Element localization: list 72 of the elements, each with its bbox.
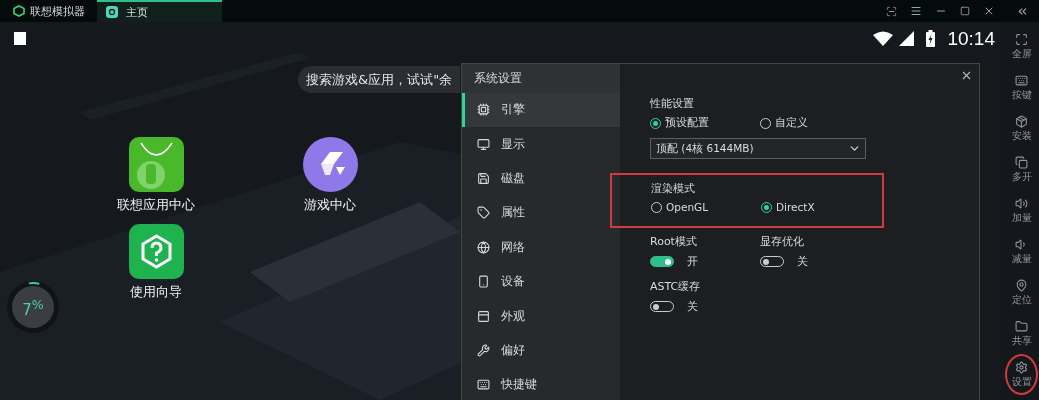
settings-nav-item[interactable]: 属性: [462, 195, 620, 231]
floating-usage-ball[interactable]: 7$^{%}$: [6, 280, 60, 334]
toolbar-button[interactable]: 按键: [1005, 67, 1038, 108]
settings-nav-item[interactable]: 快捷键: [462, 367, 620, 400]
toolbar-button[interactable]: 共享: [1005, 313, 1038, 354]
package-icon: [1015, 114, 1028, 128]
chip-icon: [477, 103, 490, 117]
location-pin-icon: [1015, 278, 1028, 292]
toolbar-button[interactable]: 多开: [1005, 149, 1038, 190]
dialog-title: 系统设置: [462, 64, 620, 93]
radio-label: DirectX: [776, 201, 815, 213]
toolbar-button[interactable]: 定位: [1005, 272, 1038, 313]
tag-icon: [477, 206, 490, 220]
toggle-switch[interactable]: [650, 256, 674, 267]
settings-nav-item[interactable]: 偏好: [462, 333, 620, 368]
keyboard-icon: [1015, 73, 1028, 87]
wrench-icon: [477, 343, 490, 357]
app-label[interactable]: 使用向导: [130, 283, 182, 301]
store-app-icon: [128, 137, 184, 192]
window-icon: [477, 309, 490, 323]
clock-time: 10:14: [947, 27, 995, 50]
settings-icon: [1015, 360, 1028, 374]
radio-label: 预设配置: [665, 116, 709, 130]
settings-nav-item[interactable]: 引擎: [462, 92, 620, 127]
section-heading: 性能设置: [650, 96, 695, 111]
toolbar-button[interactable]: 全屏: [1005, 26, 1038, 67]
battery-icon: [926, 30, 936, 47]
screenshot-icon[interactable]: [886, 5, 897, 17]
radio-label: OpenGL: [666, 201, 709, 213]
radio-label: 自定义: [775, 116, 808, 130]
fullscreen-icon: [1015, 32, 1028, 46]
app-logo-icon: [13, 5, 25, 17]
folder-icon: [1015, 319, 1028, 333]
menu-icon[interactable]: [910, 5, 922, 17]
settings-nav-item[interactable]: 显示: [462, 126, 620, 162]
wifi-icon: [873, 31, 894, 46]
maximize-icon[interactable]: [960, 6, 970, 16]
setting-label: 显存优化: [760, 234, 805, 249]
settings-nav-item[interactable]: 磁盘: [462, 161, 620, 196]
close-icon[interactable]: [960, 69, 973, 82]
settings-nav-item[interactable]: 外观: [462, 298, 620, 334]
home-tab[interactable]: 主页: [97, 0, 222, 22]
section-heading: 渲染模式: [651, 181, 696, 196]
signal-icon: [899, 31, 915, 46]
copy-icon: [1015, 155, 1028, 169]
setting-label: Root模式: [650, 234, 698, 249]
toggle-state: 关: [687, 299, 698, 314]
volume-down-icon: [1015, 237, 1028, 251]
close-icon[interactable]: [983, 5, 995, 17]
globe-icon: [477, 240, 490, 254]
setting-label: ASTC缓存: [650, 279, 702, 294]
notification-icon: [14, 32, 26, 45]
guide-app-icon: [128, 224, 184, 279]
settings-nav-item[interactable]: 网络: [462, 230, 620, 265]
app-label[interactable]: 联想应用中心: [117, 196, 195, 214]
keyboard-icon: [477, 378, 490, 392]
toggle-state: 开: [687, 254, 698, 269]
preset-dropdown[interactable]: 顶配 (4核 6144MB): [650, 138, 866, 159]
toolbar-button[interactable]: 安装: [1005, 108, 1038, 149]
app-label[interactable]: 游戏中心: [304, 196, 356, 214]
search-field[interactable]: 搜索游戏&应用，试试"余: [298, 66, 460, 93]
toggle-state: 关: [797, 254, 808, 269]
settings-nav-item[interactable]: 设备: [462, 264, 620, 299]
toolbar-button[interactable]: 减量: [1005, 231, 1038, 272]
app-name: 联想模拟器: [30, 3, 85, 19]
toolbar-button[interactable]: 设置: [1005, 354, 1038, 395]
toolbar-button[interactable]: 加量: [1005, 190, 1038, 231]
game-center-icon: [302, 137, 358, 192]
device-icon: [477, 275, 490, 289]
home-icon: [106, 6, 118, 18]
monitor-icon: [477, 137, 490, 151]
volume-up-icon: [1015, 196, 1028, 210]
